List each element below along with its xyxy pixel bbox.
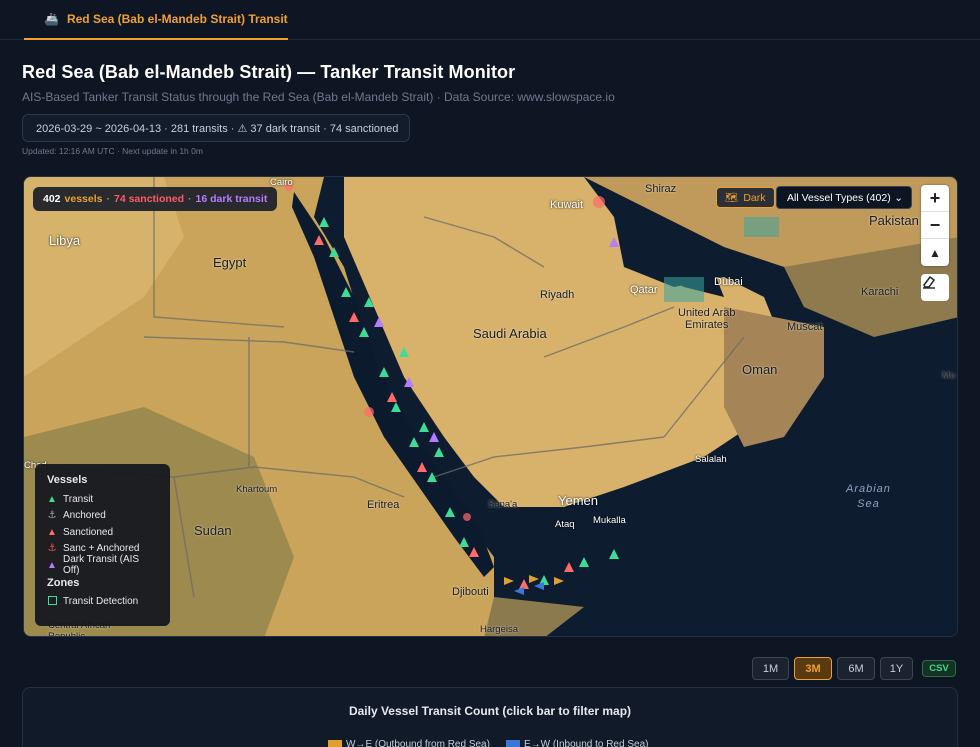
legend-outbound[interactable]: W→E (Outbound from Red Sea) (328, 739, 490, 747)
tab-label: Red Sea (Bab el-Mandeb Strait) Transit (66, 12, 288, 26)
map-label-salalah: Salalah (695, 454, 727, 465)
map-label-karachi: Karachi (861, 286, 899, 298)
map-label-hargeisa: Hargeisa (480, 624, 519, 635)
legend-label: Transit (63, 493, 94, 505)
dark-mode-toggle[interactable]: 🗺 Dark (716, 187, 775, 208)
transit-triangle-icon: ▲ (47, 493, 57, 505)
legend-item-dark-transit: ▲ Dark Transit (AIS Off) (47, 554, 158, 577)
range-button-3m[interactable]: 3M (794, 657, 832, 680)
map-label-mukalla: Mukalla (593, 515, 626, 526)
dark-toggle-label: Dark (743, 191, 766, 204)
outbound-swatch (328, 739, 342, 747)
map-label-mu: Mu (942, 370, 956, 381)
map-vessel-stats: 402 vessels · 74 sanctioned · 16 dark tr… (33, 187, 278, 211)
anchor-icon: ⚓ (47, 510, 57, 522)
legend-label: Sanctioned (63, 526, 114, 538)
map-label-saudi-arabia: Saudi Arabia (473, 326, 547, 341)
transit-chart-panel: Daily Vessel Transit Count (click bar to… (22, 687, 958, 747)
map-label-pakistan: Pakistan (869, 213, 919, 228)
legend-label: Sanc + Anchored (63, 543, 140, 555)
page-subtitle: AIS-Based Tanker Transit Status through … (22, 90, 615, 104)
csv-export-button[interactable]: CSV (922, 660, 956, 677)
map-label-egypt: Egypt (213, 255, 247, 270)
vessels-label: vessels (64, 193, 103, 205)
map-label-libya: Libya (49, 233, 81, 248)
ship-icon: 🚢 (44, 12, 59, 26)
vessel-type-select[interactable]: All Vessel Types (402) ⌄ (776, 186, 912, 209)
summary-badge: 2026-03-29 ~ 2026-04-13 · 281 transits ·… (22, 114, 410, 142)
chart-title: Daily Vessel Transit Count (click bar to… (348, 704, 632, 718)
legend-item-transit-detection: Transit Detection (47, 594, 158, 611)
compass-reset-button[interactable]: ▲ (921, 239, 949, 266)
map-label-oman: Oman (742, 362, 778, 377)
chevron-down-icon: ⌄ (894, 191, 903, 204)
dark-triangle-icon: ▲ (47, 559, 57, 571)
map-label-ataq: Ataq (555, 519, 575, 530)
legend-item-anchored: ⚓ Anchored (47, 508, 158, 525)
draw-zone-button[interactable] (921, 274, 949, 301)
map-label-muscat: Muscat (787, 321, 823, 333)
update-status: Updated: 12:16 AM UTC · Next update in 1… (22, 146, 203, 156)
legend-vessels-title: Vessels (47, 474, 88, 486)
stats-separator: · (188, 193, 192, 205)
map-label-eritrea: Eritrea (367, 499, 400, 511)
sanctioned-count: 74 sanctioned (114, 193, 185, 205)
legend-label: Anchored (63, 510, 106, 522)
zoom-controls: + − ▲ (921, 185, 949, 266)
sanctioned-triangle-icon: ▲ (47, 526, 57, 538)
range-button-1y[interactable]: 1Y (880, 657, 913, 680)
map-label-kuwait: Kuwait (550, 199, 584, 211)
map-icon: 🗺 (725, 192, 739, 204)
zone-square-icon (47, 595, 57, 608)
chart-legend: W→E (Outbound from Red Sea) E→W (Inbound… (328, 739, 648, 747)
map-label-sanaa: Sana'a (488, 499, 518, 510)
tab-red-sea-transit[interactable]: 🚢 Red Sea (Bab el-Mandeb Strait) Transit (24, 0, 288, 40)
legend-item-transit: ▲ Transit (47, 491, 158, 508)
vessel-count: 402 (43, 193, 61, 205)
eraser-icon (923, 275, 936, 289)
map-legend: Vessels ▲ Transit ⚓ Anchored ▲ Sanctione… (35, 464, 170, 626)
map-label-arabian-sea: Arabian Sea (846, 483, 891, 510)
map-label-dubai: Dubai (714, 276, 743, 288)
vessel-type-value: All Vessel Types (402) (787, 191, 891, 204)
red-anchor-icon: ⚓ (47, 543, 57, 555)
map-label-riyadh: Riyadh (540, 289, 575, 301)
zoom-in-button[interactable]: + (921, 185, 949, 212)
dark-transit-count: 16 dark transit (195, 193, 268, 205)
legend-zones-title: Zones (47, 576, 80, 589)
top-tab-bar: 🚢 Red Sea (Bab el-Mandeb Strait) Transit (0, 0, 980, 40)
map-label-djibouti: Djibouti (452, 586, 489, 598)
legend-label: Transit Detection (63, 596, 139, 608)
legend-inbound-label: E→W (Inbound to Red Sea) (523, 739, 649, 747)
map-label-qatar: Qatar (630, 284, 658, 296)
legend-item-sanctioned: ▲ Sanctioned (47, 524, 158, 541)
stats-separator: · (106, 193, 111, 205)
range-button-1m[interactable]: 1M (752, 657, 789, 680)
legend-outbound-label: W→E (Outbound from Red Sea) (346, 739, 490, 747)
map-label-yemen: Yemen (558, 493, 598, 508)
page-title: Red Sea (Bab el-Mandeb Strait) — Tanker … (22, 62, 516, 82)
map-label-khartoum: Khartoum (236, 484, 278, 495)
range-button-6m[interactable]: 6M (837, 657, 875, 680)
map-view[interactable]: Cairo Libya Egypt Kuwait Shiraz Pakistan… (23, 176, 958, 637)
map-label-shiraz: Shiraz (645, 183, 677, 195)
legend-label: Dark Transit (AIS Off) (62, 554, 140, 577)
map-label-cairo: Cairo (270, 177, 293, 188)
inbound-swatch (505, 739, 520, 747)
zoom-out-button[interactable]: − (921, 212, 949, 239)
map-label-uae: United Arab Emirates (678, 307, 736, 331)
map-label-sudan: Sudan (194, 523, 232, 538)
legend-inbound[interactable]: E→W (Inbound to Red Sea) (505, 739, 649, 747)
